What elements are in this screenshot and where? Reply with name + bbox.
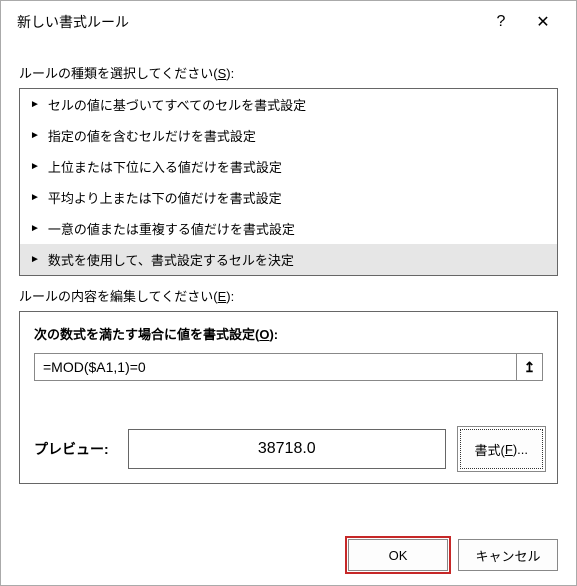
rule-type-item[interactable]: ► 上位または下位に入る値だけを書式設定 <box>20 151 557 182</box>
dialog-title: 新しい書式ルール <box>17 12 480 32</box>
collapse-icon: ↥ <box>524 359 536 376</box>
titlebar: 新しい書式ルール ? ✕ <box>1 1 576 43</box>
arrow-icon: ► <box>30 193 40 203</box>
rule-type-item-label: 数式を使用して、書式設定するセルを決定 <box>48 250 294 269</box>
preview-box: 38718.0 <box>128 429 446 469</box>
formula-input[interactable] <box>34 353 517 381</box>
rule-type-list[interactable]: ► セルの値に基づいてすべてのセルを書式設定 ► 指定の値を含むセルだけを書式設定 ► 上… <box>19 88 558 276</box>
edit-rule-label: ルールの内容を編集してください(E): <box>19 286 558 305</box>
range-selector-button[interactable]: ↥ <box>517 353 543 381</box>
format-button[interactable]: 書式(F)... <box>460 429 543 469</box>
rule-type-item-label: 平均より上または下の値だけを書式設定 <box>48 188 282 207</box>
new-formatting-rule-dialog: 新しい書式ルール ? ✕ ルールの種類を選択してください(S): ► セルの値に基… <box>0 0 577 586</box>
rule-type-item[interactable]: ► 指定の値を含むセルだけを書式設定 <box>20 120 557 151</box>
formula-label: 次の数式を満たす場合に値を書式設定(O): <box>34 324 543 343</box>
rule-type-item[interactable]: ► 数式を使用して、書式設定するセルを決定 <box>20 244 557 275</box>
dialog-body: ルールの種類を選択してください(S): ► セルの値に基づいてすべてのセルを書式設… <box>1 43 576 529</box>
arrow-icon: ► <box>30 224 40 234</box>
preview-row: プレビュー: 38718.0 書式(F)... <box>34 429 543 469</box>
close-button[interactable]: ✕ <box>522 8 564 36</box>
rule-type-item-label: セルの値に基づいてすべてのセルを書式設定 <box>48 95 306 114</box>
ok-button[interactable]: OK <box>348 539 448 571</box>
arrow-icon: ► <box>30 162 40 172</box>
formula-row: ↥ <box>34 353 543 381</box>
rule-type-label: ルールの種類を選択してください(S): <box>19 63 558 82</box>
rule-type-item-label: 一意の値または重複する値だけを書式設定 <box>48 219 295 238</box>
preview-label: プレビュー: <box>34 439 114 459</box>
arrow-icon: ► <box>30 131 40 141</box>
rule-type-item[interactable]: ► セルの値に基づいてすべてのセルを書式設定 <box>20 89 557 120</box>
arrow-icon: ► <box>30 100 40 110</box>
arrow-icon: ► <box>30 255 40 265</box>
rule-type-item-label: 指定の値を含むセルだけを書式設定 <box>48 126 256 145</box>
rule-type-item-label: 上位または下位に入る値だけを書式設定 <box>48 157 282 176</box>
help-button[interactable]: ? <box>480 8 522 36</box>
rule-type-item[interactable]: ► 平均より上または下の値だけを書式設定 <box>20 182 557 213</box>
rule-type-item[interactable]: ► 一意の値または重複する値だけを書式設定 <box>20 213 557 244</box>
edit-rule-box: 次の数式を満たす場合に値を書式設定(O): ↥ プレビュー: 38718.0 書… <box>19 311 558 484</box>
cancel-button[interactable]: キャンセル <box>458 539 558 571</box>
dialog-footer: OK キャンセル <box>1 529 576 585</box>
